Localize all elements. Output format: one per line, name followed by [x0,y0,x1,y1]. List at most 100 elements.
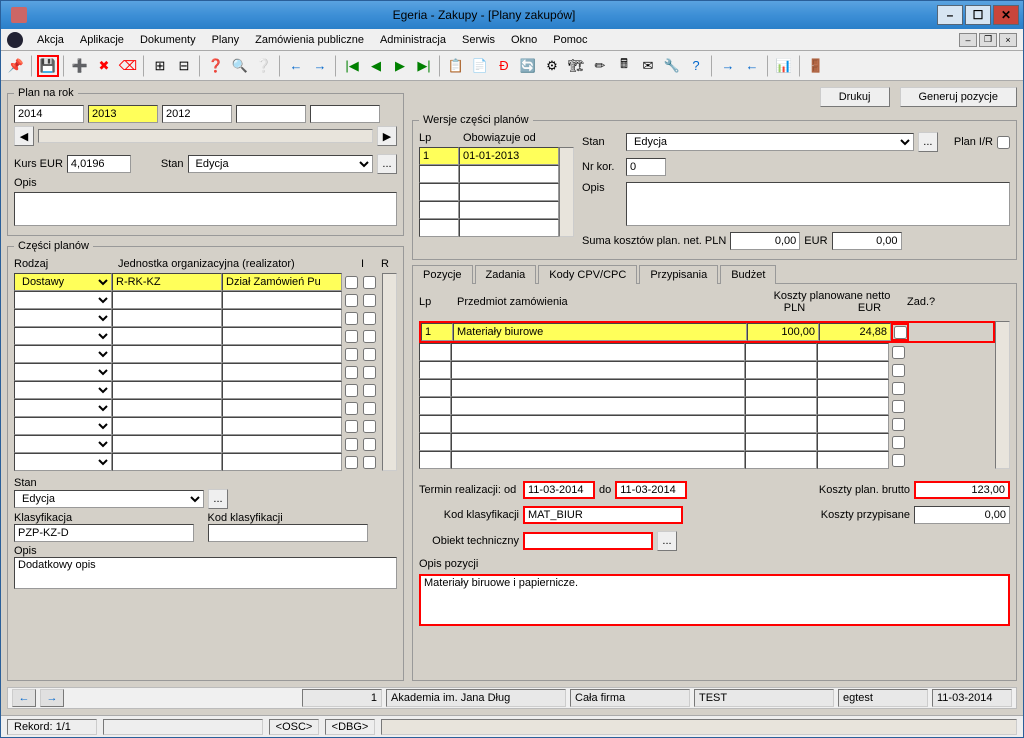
menu-administracja[interactable]: Administracja [372,32,454,48]
nrkor-input[interactable] [626,158,666,176]
obiekt-input[interactable] [523,532,653,550]
poz-zad-chk[interactable] [894,326,907,339]
termin-od[interactable] [523,481,595,499]
wersje-lp[interactable] [419,147,459,165]
kodklas-input[interactable] [208,524,368,542]
mdi-close[interactable]: × [999,33,1017,47]
menu-pomoc[interactable]: Pomoc [545,32,595,48]
rodzaj-empty[interactable] [14,291,112,309]
nav-next[interactable]: → [40,689,64,707]
delete-icon[interactable]: ✖ [93,55,115,77]
year-scroll-left[interactable]: ◀ [14,126,34,146]
tool3-icon[interactable]: Đ [493,55,515,77]
maximize-button[interactable]: ☐ [965,5,991,25]
menu-serwis[interactable]: Serwis [454,32,503,48]
minimize-button[interactable]: – [937,5,963,25]
year-1[interactable] [88,105,158,123]
year-3[interactable] [236,105,306,123]
poz-scroll[interactable] [995,321,1010,469]
add-icon[interactable]: ➕ [69,55,91,77]
query-cancel-icon[interactable]: ❔ [253,55,275,77]
exit-icon[interactable]: 🚪 [805,55,827,77]
tool1-icon[interactable]: 📋 [445,55,467,77]
menu-zamowienia[interactable]: Zamówienia publiczne [247,32,372,48]
arrow-right-2-icon[interactable]: → [717,55,739,77]
planir-chk[interactable] [997,136,1010,149]
wersje-opis[interactable] [626,182,1010,226]
brutto-input[interactable] [914,481,1010,499]
arrow-left-2-icon[interactable]: ← [741,55,763,77]
tool9-icon[interactable]: ✉ [637,55,659,77]
menu-dokumenty[interactable]: Dokumenty [132,32,204,48]
tool4-icon[interactable]: 🔄 [517,55,539,77]
menu-aplikacje[interactable]: Aplikacje [72,32,132,48]
prev-icon[interactable]: ◀ [365,55,387,77]
poz-pln[interactable] [747,323,819,341]
termin-do[interactable] [615,481,687,499]
generuj-button[interactable]: Generuj pozycje [900,87,1018,107]
tab-zadania[interactable]: Zadania [475,265,537,284]
tab-przypisania[interactable]: Przypisania [639,265,718,284]
save-icon[interactable]: 💾 [37,55,59,77]
tab-pozycje[interactable]: Pozycje [412,265,473,284]
next-icon[interactable]: ▶ [389,55,411,77]
tool7-icon[interactable]: ✏ [589,55,611,77]
nav-prev[interactable]: ← [12,689,36,707]
czesci-stan-select[interactable]: Edycja [14,490,204,508]
wersje-stan-more[interactable]: ... [918,132,938,152]
stan-more[interactable]: ... [377,154,397,174]
year-scrollbar[interactable] [38,129,373,143]
help-icon[interactable]: ? [685,55,707,77]
tool10-icon[interactable]: 🔧 [661,55,683,77]
obiekt-more[interactable]: ... [657,531,677,551]
wersje-stan[interactable]: Edycja [626,133,914,151]
query-execute-icon[interactable]: 🔍 [229,55,251,77]
clear-icon[interactable]: ⌫ [117,55,139,77]
first-icon[interactable]: |◀ [341,55,363,77]
poz-eur[interactable] [819,323,891,341]
tool8-icon[interactable]: 🖩 [613,55,635,77]
year-0[interactable] [14,105,84,123]
jedn-kod[interactable] [112,273,222,291]
czesci-opis-input[interactable]: Dodatkowy opis [14,557,397,589]
branch-icon[interactable]: ⊟ [173,55,195,77]
query-enter-icon[interactable]: ❓ [205,55,227,77]
arrow-right-icon[interactable]: → [309,55,331,77]
tree-icon[interactable]: ⊞ [149,55,171,77]
opis-input[interactable] [14,192,397,226]
pin-icon[interactable]: 📌 [5,55,27,77]
wersje-ob[interactable] [459,147,559,165]
close-button[interactable]: ✕ [993,5,1019,25]
chk-R[interactable] [363,276,376,289]
kurs-input[interactable] [67,155,131,173]
rodzaj-select[interactable]: Dostawy [14,273,112,291]
year-2[interactable] [162,105,232,123]
klas-input[interactable] [14,524,194,542]
tab-kody[interactable]: Kody CPV/CPC [538,265,637,284]
poz-przedmiot[interactable] [453,323,747,341]
poz-opis[interactable]: Materiały biruowe i papiernicze. [419,574,1010,626]
czesci-scroll[interactable] [382,273,397,471]
stan-select[interactable]: Edycja [188,155,373,173]
menu-akcja[interactable]: Akcja [29,32,72,48]
czesci-stan-more[interactable]: ... [208,489,228,509]
drukuj-button[interactable]: Drukuj [820,87,890,107]
menu-plany[interactable]: Plany [204,32,248,48]
mdi-minimize[interactable]: – [959,33,977,47]
jedn-nazwa[interactable] [222,273,342,291]
year-scroll-right[interactable]: ▶ [377,126,397,146]
tool5-icon[interactable]: ⚙ [541,55,563,77]
wersje-scroll[interactable] [559,147,574,237]
year-4[interactable] [310,105,380,123]
tab-budzet[interactable]: Budżet [720,265,776,284]
chk-I[interactable] [345,276,358,289]
tool2-icon[interactable]: 📄 [469,55,491,77]
mdi-restore[interactable]: ❐ [979,33,997,47]
tool6-icon[interactable]: 🏗 [565,55,587,77]
poz-kodklas[interactable] [523,506,683,524]
menu-okno[interactable]: Okno [503,32,545,48]
arrow-left-icon[interactable]: ← [285,55,307,77]
poz-lp[interactable] [421,323,453,341]
status-scroll[interactable] [381,719,1017,735]
tool11-icon[interactable]: 📊 [773,55,795,77]
